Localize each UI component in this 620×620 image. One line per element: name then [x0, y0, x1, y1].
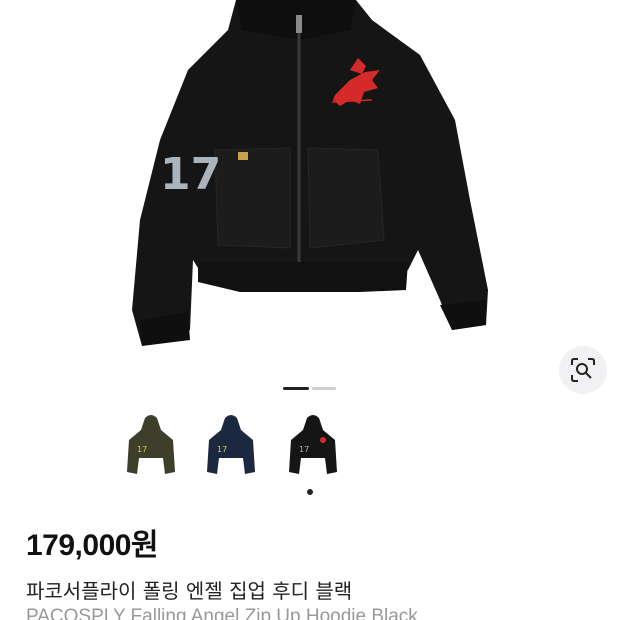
image-pager: [283, 387, 336, 391]
product-title-english: PACOSPLY Falling Angel Zip Up Hoodie Bla…: [26, 606, 418, 620]
product-title-korean: 파코서플라이 폴링 엔젤 집업 후디 블랙: [26, 579, 353, 603]
crown-mark-icon: [238, 152, 248, 160]
thumbnail-olive-hoodie[interactable]: 17: [115, 410, 187, 482]
lens-search-icon: [571, 358, 595, 382]
color-variant-thumbnails: 17 17 17: [115, 410, 350, 495]
sleeve-number: 17: [160, 149, 221, 200]
pager-indicator-active: [283, 387, 309, 390]
svg-text:17: 17: [217, 445, 227, 454]
svg-text:17: 17: [299, 445, 309, 454]
thumbnail-black-hoodie[interactable]: 17: [277, 410, 349, 482]
lens-search-button[interactable]: [559, 346, 607, 394]
hoodie-illustration: 17: [132, 0, 488, 346]
product-hero-image[interactable]: 17: [0, 0, 620, 400]
product-price: 179,000원: [26, 529, 159, 562]
thumbnail-navy-hoodie[interactable]: 17: [195, 410, 267, 482]
hoodie-thumbnail-icon: 17: [207, 415, 255, 474]
pager-indicator-inactive: [312, 387, 336, 390]
svg-text:17: 17: [137, 445, 147, 454]
hoodie-thumbnail-icon: 17: [289, 415, 337, 474]
hoodie-thumbnail-icon: 17: [127, 415, 175, 474]
selected-thumbnail-indicator: [307, 489, 313, 495]
